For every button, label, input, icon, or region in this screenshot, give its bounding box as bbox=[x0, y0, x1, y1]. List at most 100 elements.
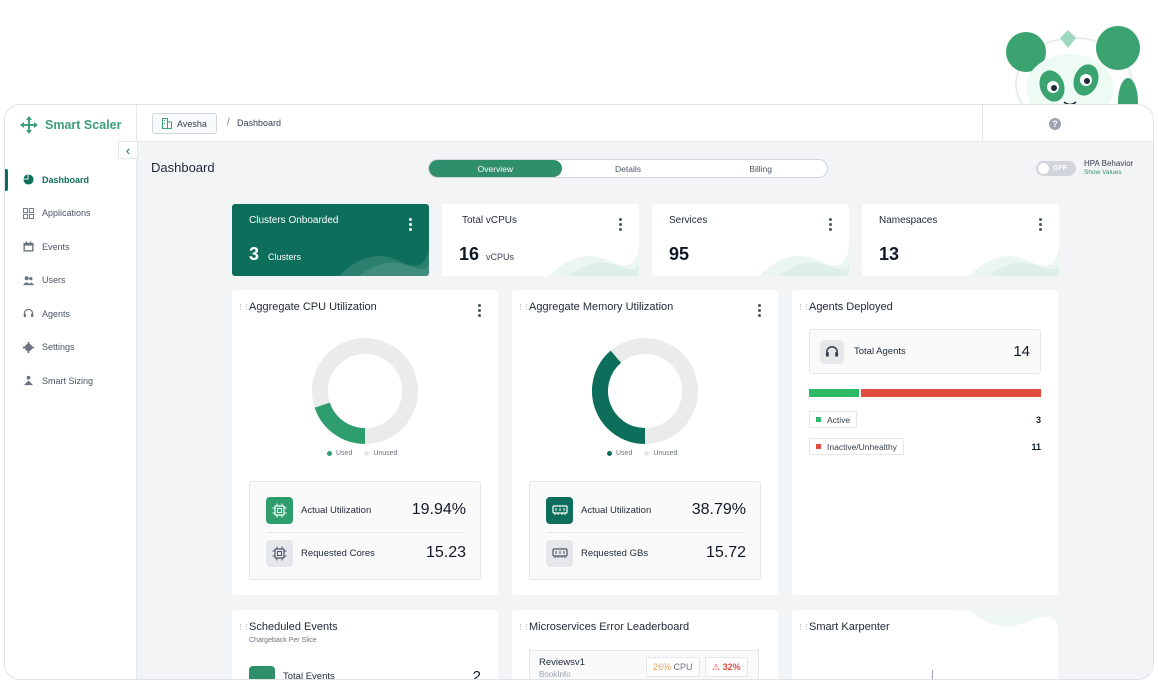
collapse-sidebar-button[interactable]: ‹ bbox=[118, 141, 138, 159]
sidebar-item-agents[interactable]: Agents bbox=[5, 297, 137, 331]
wave-decoration bbox=[549, 241, 639, 276]
help-icon[interactable]: ? bbox=[1049, 118, 1061, 130]
card-title: Services bbox=[669, 215, 708, 226]
card-title: Total vCPUs bbox=[462, 215, 518, 226]
kebab-menu-icon[interactable] bbox=[619, 218, 623, 231]
events-icon bbox=[249, 666, 275, 679]
total-agents-label: Total Agents bbox=[854, 346, 906, 357]
show-values-link[interactable]: Show Values bbox=[1084, 169, 1121, 176]
tab-billing[interactable]: Billing bbox=[694, 160, 827, 177]
cpu-chip: 26% CPU bbox=[646, 657, 700, 677]
services-card[interactable]: Services 95 bbox=[652, 204, 849, 276]
logo-icon bbox=[20, 116, 38, 134]
memory-metrics-box: Actual Utilization 38.79% Requested GBs … bbox=[529, 481, 761, 580]
pie-chart-icon bbox=[23, 174, 34, 185]
used-arc bbox=[314, 402, 366, 444]
requested-cores-row: Requested Cores 15.23 bbox=[266, 539, 466, 567]
headset-icon bbox=[23, 309, 34, 318]
app-window: Smart Scaler Dashboard Applications Even… bbox=[4, 104, 1154, 680]
panel-title: Scheduled Events bbox=[249, 621, 338, 633]
drag-handle-icon[interactable]: ⋮⋮ bbox=[237, 303, 250, 311]
metric-value: 38.79% bbox=[691, 501, 746, 518]
total-events-label: Total Events bbox=[283, 670, 335, 680]
memory-icon bbox=[546, 539, 573, 567]
sidebar-item-label: Dashboard bbox=[42, 174, 90, 185]
tab-details[interactable]: Details bbox=[562, 160, 695, 177]
kebab-menu-icon[interactable] bbox=[1039, 218, 1043, 231]
org-selector[interactable]: Avesha bbox=[152, 113, 217, 134]
wave-decoration bbox=[339, 241, 429, 276]
actual-utilization-row: Actual Utilization 19.94% bbox=[266, 496, 466, 524]
cpu-metrics-box: Actual Utilization 19.94% Requested Core… bbox=[249, 481, 481, 580]
sidebar-item-smart-sizing[interactable]: Smart Sizing bbox=[5, 364, 137, 398]
metric-label: Actual Utilization bbox=[301, 504, 372, 516]
app-logo[interactable]: Smart Scaler bbox=[19, 115, 121, 135]
warning-icon: ⚠ bbox=[712, 661, 721, 672]
leaderboard-row[interactable]: Reviewsv1 BookInfo 26% CPU ⚠ 32% bbox=[529, 650, 759, 679]
sidebar-item-label: Events bbox=[42, 241, 70, 252]
legend-unused: Unused bbox=[644, 450, 677, 457]
sidebar-item-settings[interactable]: Settings bbox=[5, 331, 137, 365]
panel-title: Smart Karpenter bbox=[809, 621, 890, 633]
hpa-behavior-toggle[interactable]: OFF bbox=[1036, 161, 1076, 176]
card-value: 13 bbox=[879, 244, 900, 264]
metric-value: 15.23 bbox=[425, 544, 466, 561]
sidebar-item-users[interactable]: Users bbox=[5, 264, 137, 298]
drag-handle-icon[interactable]: ⋮⋮ bbox=[797, 303, 810, 311]
sidebar-item-label: Applications bbox=[42, 208, 91, 219]
drag-handle-icon[interactable]: ⋮⋮ bbox=[517, 303, 530, 311]
inactive-bar-segment bbox=[860, 389, 1041, 397]
agents-deployed-panel: ⋮⋮ Agents Deployed Total Agents 14 Activ… bbox=[792, 290, 1058, 595]
card-unit: Clusters bbox=[268, 252, 302, 262]
wave-decoration bbox=[968, 610, 1058, 630]
breadcrumb[interactable]: Dashboard bbox=[237, 118, 281, 128]
kebab-menu-icon[interactable] bbox=[409, 218, 413, 231]
active-count: 3 bbox=[1035, 414, 1041, 425]
agents-status-bar bbox=[809, 389, 1041, 397]
clusters-card[interactable]: Clusters Onboarded 3 Clusters bbox=[232, 204, 429, 276]
sidebar-item-dashboard[interactable]: Dashboard bbox=[5, 163, 137, 197]
headset-icon bbox=[820, 339, 844, 364]
service-app: BookInfo bbox=[539, 670, 571, 679]
inactive-chip: Inactive/Unhealthy bbox=[809, 438, 904, 455]
drag-handle-icon[interactable]: ⋮⋮ bbox=[797, 623, 810, 631]
vcpus-card[interactable]: Total vCPUs 16 vCPUs bbox=[442, 204, 639, 276]
sizing-icon bbox=[23, 376, 34, 386]
chevron-left-icon: ‹ bbox=[125, 142, 131, 158]
wave-decoration bbox=[759, 241, 849, 276]
kebab-menu-icon[interactable] bbox=[478, 304, 482, 317]
sidebar-nav: Dashboard Applications Events Users Agen… bbox=[5, 163, 137, 398]
tab-overview[interactable]: Overview bbox=[429, 160, 562, 177]
scheduled-events-panel: ⋮⋮ Scheduled Events Chargeback Per Slice… bbox=[232, 610, 498, 680]
drag-handle-icon[interactable]: ⋮⋮ bbox=[237, 623, 250, 631]
kebab-menu-icon[interactable] bbox=[758, 304, 762, 317]
metric-value: 19.94% bbox=[411, 501, 466, 518]
kebab-menu-icon[interactable] bbox=[829, 218, 833, 231]
sidebar-item-events[interactable]: Events bbox=[5, 230, 137, 264]
card-value: 3 bbox=[249, 244, 260, 264]
inactive-status-row: Inactive/Unhealthy 11 bbox=[809, 438, 1041, 455]
namespaces-card[interactable]: Namespaces 13 bbox=[862, 204, 1059, 276]
topbar-divider bbox=[982, 105, 983, 141]
panel-title: Aggregate Memory Utilization bbox=[529, 301, 674, 313]
sidebar-item-label: Agents bbox=[42, 308, 71, 319]
cpu-chip-icon bbox=[266, 496, 293, 524]
legend-unused: Unused bbox=[364, 450, 397, 457]
cpu-chip-icon bbox=[266, 539, 293, 567]
legend-used: Used bbox=[607, 450, 632, 457]
panel-title: Agents Deployed bbox=[809, 301, 893, 313]
org-name: Avesha bbox=[177, 118, 207, 129]
drag-handle-icon[interactable]: ⋮⋮ bbox=[517, 623, 530, 631]
memory-utilization-panel: ⋮⋮ Aggregate Memory Utilization Used Unu… bbox=[512, 290, 778, 595]
page-title: Dashboard bbox=[151, 160, 215, 175]
card-title: Clusters Onboarded bbox=[249, 215, 339, 226]
panel-subtitle: Chargeback Per Slice bbox=[249, 637, 317, 644]
calendar-icon bbox=[23, 241, 34, 252]
card-value: 16 bbox=[459, 244, 480, 264]
breadcrumb-separator: / bbox=[227, 117, 230, 128]
metric-label: Requested Cores bbox=[301, 547, 375, 559]
app-name: Smart Scaler bbox=[45, 118, 122, 132]
sidebar-item-applications[interactable]: Applications bbox=[5, 197, 137, 231]
metric-label: Requested GBs bbox=[581, 547, 649, 559]
topbar: Avesha / Dashboard ? bbox=[137, 105, 1153, 142]
